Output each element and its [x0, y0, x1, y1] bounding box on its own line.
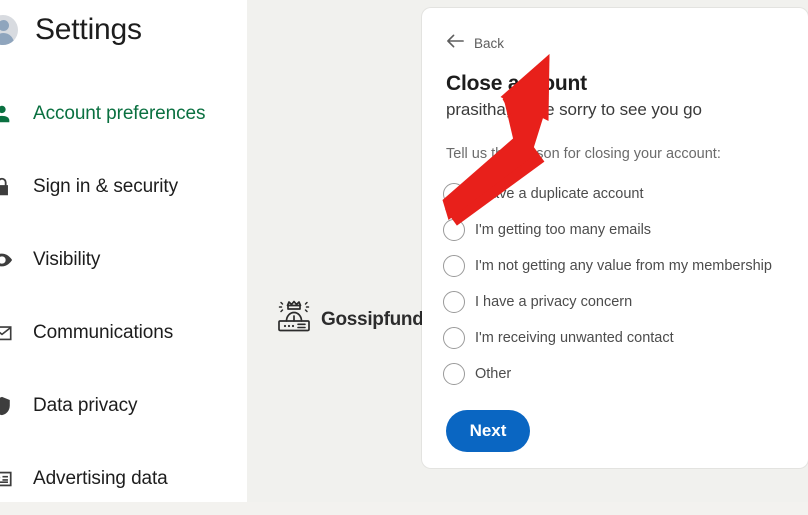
watermark-label: Gossipfunda [321, 309, 434, 331]
settings-page: Settings Account preferences Si [0, 0, 808, 502]
sidebar-item-label: Communications [33, 322, 173, 344]
reason-option-label: Other [475, 366, 511, 382]
sidebar: Settings Account preferences Si [0, 0, 247, 502]
page-title: Settings [35, 13, 142, 47]
card-title: Close account [446, 72, 808, 96]
envelope-icon [0, 322, 17, 344]
next-button[interactable]: Next [446, 410, 530, 452]
sidebar-item-advertising-data[interactable]: Advertising data [0, 442, 247, 515]
sidebar-item-communications[interactable]: Communications [0, 296, 247, 369]
reason-option[interactable]: I'm not getting any value from my member… [443, 248, 808, 284]
ad-card-icon [0, 468, 17, 490]
eye-icon [0, 249, 17, 271]
sidebar-header: Settings [0, 0, 247, 60]
reason-option-label: I have a duplicate account [475, 186, 643, 202]
sidebar-item-label: Sign in & security [33, 176, 178, 198]
sidebar-nav: Account preferences Sign in & security [0, 77, 247, 515]
content-area: Gossipfunda Back Close account prasitha,… [247, 0, 808, 502]
sidebar-item-sign-in-security[interactable]: Sign in & security [0, 150, 247, 223]
lock-icon [0, 176, 17, 198]
shield-icon [0, 395, 17, 417]
reason-options-group: I have a duplicate account I'm getting t… [443, 176, 808, 392]
sidebar-item-data-privacy[interactable]: Data privacy [0, 369, 247, 442]
avatar-head-shape [0, 20, 9, 31]
reason-option-label: I'm not getting any value from my member… [475, 258, 772, 274]
gossipfunda-logo-icon [274, 296, 314, 343]
card-subtitle: prasitha, we're sorry to see you go [446, 100, 808, 120]
reason-option[interactable]: I have a privacy concern [443, 284, 808, 320]
reason-option[interactable]: I'm receiving unwanted contact [443, 320, 808, 356]
sidebar-item-label: Advertising data [33, 468, 168, 490]
reason-option[interactable]: Other [443, 356, 808, 392]
reason-option-label: I have a privacy concern [475, 294, 632, 310]
back-label: Back [474, 36, 504, 51]
back-button[interactable]: Back [446, 33, 514, 54]
user-avatar-icon[interactable] [0, 15, 18, 45]
sidebar-item-label: Visibility [33, 249, 100, 271]
radio-button-icon[interactable] [443, 291, 465, 313]
radio-button-icon[interactable] [443, 219, 465, 241]
sidebar-item-label: Account preferences [33, 103, 205, 125]
avatar-body-shape [0, 33, 14, 45]
close-account-card: Back Close account prasitha, we're sorry… [422, 8, 808, 468]
radio-button-icon[interactable] [443, 327, 465, 349]
person-icon [0, 103, 17, 125]
radio-button-icon[interactable] [443, 255, 465, 277]
sidebar-item-label: Data privacy [33, 395, 137, 417]
sidebar-item-visibility[interactable]: Visibility [0, 223, 247, 296]
radio-button-icon[interactable] [443, 183, 465, 205]
arrow-left-icon [446, 33, 465, 54]
radio-button-icon[interactable] [443, 363, 465, 385]
reason-option[interactable]: I'm getting too many emails [443, 212, 808, 248]
reason-option[interactable]: I have a duplicate account [443, 176, 808, 212]
card-prompt: Tell us the reason for closing your acco… [446, 146, 808, 162]
sidebar-item-account-preferences[interactable]: Account preferences [0, 77, 247, 150]
reason-option-label: I'm receiving unwanted contact [475, 330, 674, 346]
reason-option-label: I'm getting too many emails [475, 222, 651, 238]
gossipfunda-watermark: Gossipfunda [274, 296, 434, 343]
